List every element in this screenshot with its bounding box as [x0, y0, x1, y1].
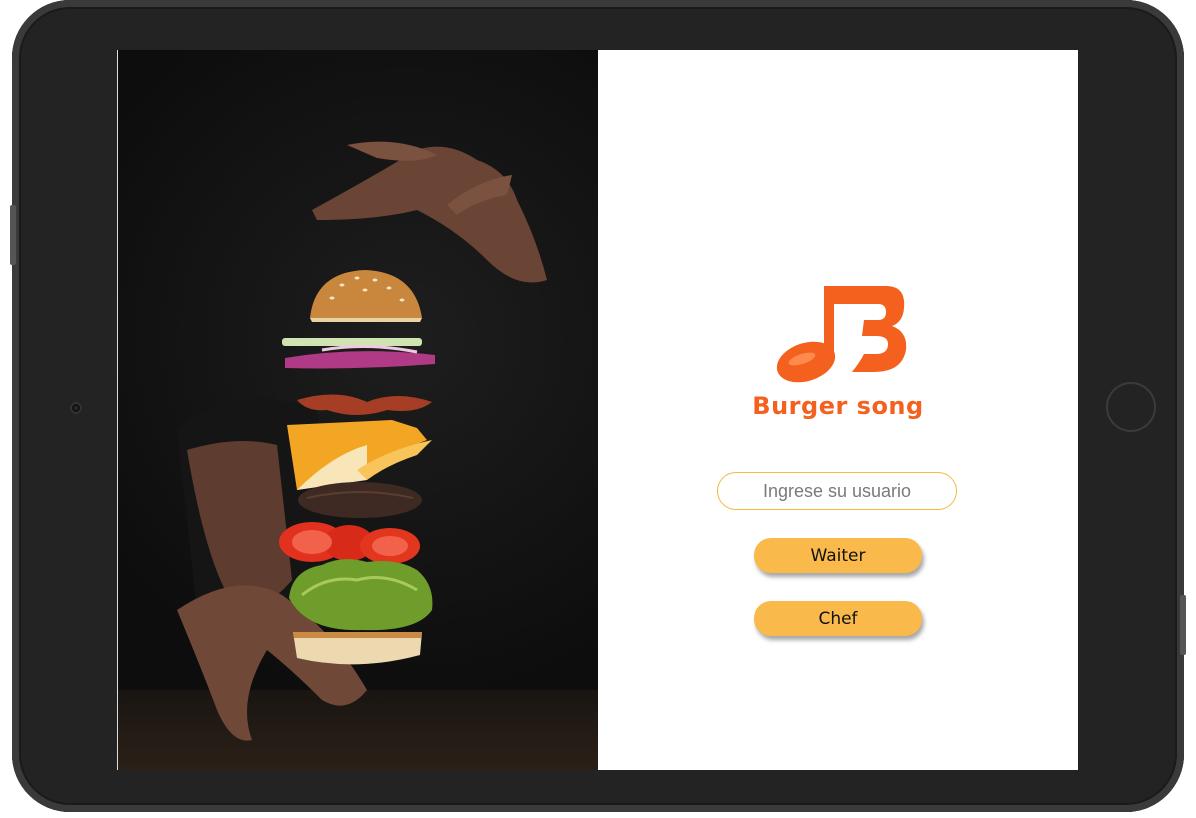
- music-note-b-icon: [776, 286, 907, 383]
- side-button: [1180, 595, 1186, 655]
- volume-button: [10, 205, 16, 265]
- home-button[interactable]: [1106, 382, 1156, 432]
- floating-burger-illustration: [177, 141, 547, 741]
- login-panel: Burger song Waiter Chef: [598, 50, 1078, 770]
- chef-button[interactable]: Chef: [754, 601, 922, 636]
- username-input[interactable]: [717, 472, 957, 510]
- burger-photo: [117, 50, 598, 770]
- waiter-button[interactable]: Waiter: [754, 538, 922, 573]
- camera-icon: [70, 402, 82, 414]
- app-screen: Burger song Waiter Chef: [117, 50, 1078, 770]
- brand-name: Burger song: [752, 392, 924, 420]
